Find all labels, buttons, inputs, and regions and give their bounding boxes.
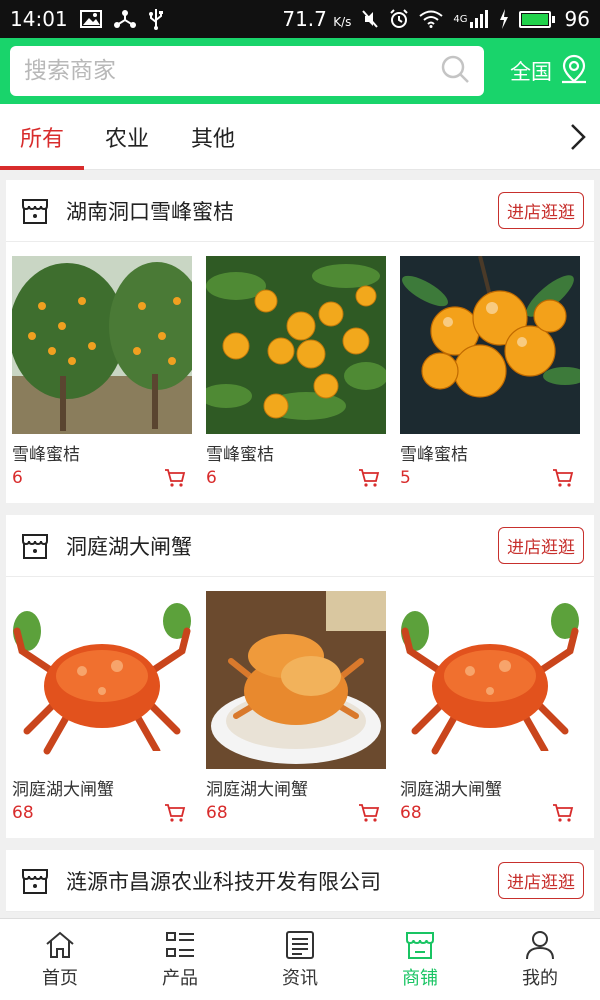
- shop-name: 洞庭湖大闸蟹: [66, 534, 192, 559]
- visit-store-button[interactable]: 进店逛逛: [498, 527, 584, 564]
- shop-card: 洞庭湖大闸蟹 进店逛逛 洞庭湖大闸蟹 68 洞庭湖大闸蟹 68 洞庭湖大闸蟹 6…: [6, 515, 594, 838]
- shop-header[interactable]: 洞庭湖大闸蟹 进店逛逛: [6, 515, 594, 577]
- product-item[interactable]: 雪峰蜜桔 6: [206, 256, 386, 503]
- cart-icon[interactable]: [552, 803, 574, 823]
- nav-home-label: 首页: [42, 967, 78, 989]
- region-label: 全国: [510, 60, 552, 84]
- shop-header[interactable]: 涟源市昌源农业科技开发有限公司 进店逛逛: [6, 850, 594, 912]
- product-row: 雪峰蜜桔 6 雪峰蜜桔 6 雪峰蜜桔 5: [6, 242, 594, 503]
- visit-store-button[interactable]: 进店逛逛: [498, 862, 584, 899]
- battery-icon: [518, 10, 555, 28]
- signal-icon: 4G: [453, 10, 488, 28]
- product-image[interactable]: [12, 591, 192, 769]
- wifi-icon: [419, 10, 444, 28]
- cart-icon[interactable]: [358, 468, 380, 488]
- nav-profile[interactable]: 我的: [480, 919, 600, 1000]
- gallery-icon: [79, 10, 102, 28]
- battery-level: 96: [564, 7, 590, 31]
- search-box[interactable]: [10, 46, 484, 96]
- product-price: 68: [12, 803, 34, 823]
- store-icon: [22, 198, 48, 224]
- usb-icon: [148, 8, 164, 30]
- product-price: 68: [400, 803, 422, 823]
- cart-icon[interactable]: [552, 468, 574, 488]
- nav-products[interactable]: 产品: [120, 919, 240, 1000]
- shop-name: 涟源市昌源农业科技开发有限公司: [66, 869, 381, 894]
- cart-icon[interactable]: [358, 803, 380, 823]
- chevron-right-icon[interactable]: [556, 122, 600, 152]
- news-icon: [286, 930, 314, 959]
- tab-agriculture[interactable]: 农业: [84, 104, 170, 170]
- search-header: 全国: [0, 38, 600, 104]
- status-bar: 14:01 71.7 K/s 4G 96: [0, 0, 600, 38]
- product-name: 洞庭湖大闸蟹: [12, 780, 114, 800]
- product-price: 6: [12, 468, 23, 488]
- shop-card: 涟源市昌源农业科技开发有限公司 进店逛逛: [6, 850, 594, 912]
- product-image[interactable]: [400, 591, 580, 769]
- product-name: 雪峰蜜桔: [12, 445, 80, 465]
- product-name: 雪峰蜜桔: [400, 445, 468, 465]
- shop-icon: [406, 931, 434, 959]
- nav-products-label: 产品: [162, 967, 198, 989]
- cart-icon[interactable]: [164, 468, 186, 488]
- nav-home[interactable]: 首页: [0, 919, 120, 1000]
- store-icon: [22, 533, 48, 559]
- visit-store-button[interactable]: 进店逛逛: [498, 192, 584, 229]
- product-image[interactable]: [206, 256, 386, 434]
- list-icon: [166, 931, 194, 957]
- search-input[interactable]: [24, 58, 440, 84]
- product-item[interactable]: 洞庭湖大闸蟹 68: [206, 591, 386, 838]
- user-icon: [526, 930, 554, 959]
- shop-card: 湖南洞口雪峰蜜桔 进店逛逛 雪峰蜜桔 6 雪峰蜜桔 6 雪峰蜜桔 5: [6, 180, 594, 503]
- shop-name: 湖南洞口雪峰蜜桔: [66, 199, 234, 224]
- product-row: 洞庭湖大闸蟹 68 洞庭湖大闸蟹 68 洞庭湖大闸蟹 68: [6, 577, 594, 838]
- cart-icon[interactable]: [164, 803, 186, 823]
- product-item[interactable]: 雪峰蜜桔 5: [400, 256, 580, 503]
- nav-news[interactable]: 资讯: [240, 919, 360, 1000]
- location-pin-icon: [560, 54, 588, 89]
- store-icon: [22, 868, 48, 894]
- network-share-icon: [113, 9, 136, 29]
- nav-shops-label: 商铺: [402, 967, 438, 989]
- product-item[interactable]: 雪峰蜜桔 6: [12, 256, 192, 503]
- shop-header[interactable]: 湖南洞口雪峰蜜桔 进店逛逛: [6, 180, 594, 242]
- charging-icon: [499, 9, 509, 29]
- region-selector[interactable]: 全国: [510, 54, 588, 89]
- product-price: 68: [206, 803, 228, 823]
- bottom-nav: 首页 产品 资讯 商铺 我的: [0, 918, 600, 1000]
- nav-profile-label: 我的: [522, 967, 558, 989]
- product-image[interactable]: [12, 256, 192, 434]
- product-price: 5: [400, 468, 411, 488]
- nav-shops[interactable]: 商铺: [360, 919, 480, 1000]
- mute-icon: [361, 9, 379, 29]
- product-name: 洞庭湖大闸蟹: [206, 780, 308, 800]
- tab-all[interactable]: 所有: [0, 104, 84, 170]
- product-name: 洞庭湖大闸蟹: [400, 780, 502, 800]
- net-speed: 71.7 K/s: [282, 7, 352, 31]
- shop-list[interactable]: 湖南洞口雪峰蜜桔 进店逛逛 雪峰蜜桔 6 雪峰蜜桔 6 雪峰蜜桔 5 洞庭湖大闸…: [0, 172, 600, 918]
- alarm-icon: [389, 9, 409, 29]
- tab-other[interactable]: 其他: [170, 104, 256, 170]
- home-icon: [46, 931, 74, 958]
- category-tabs: 所有 农业 其他: [0, 104, 600, 170]
- product-item[interactable]: 洞庭湖大闸蟹 68: [400, 591, 580, 838]
- product-image[interactable]: [206, 591, 386, 769]
- product-item[interactable]: 洞庭湖大闸蟹 68: [12, 591, 192, 838]
- nav-news-label: 资讯: [282, 967, 318, 989]
- search-icon[interactable]: [440, 54, 470, 88]
- product-image[interactable]: [400, 256, 580, 434]
- product-price: 6: [206, 468, 217, 488]
- product-name: 雪峰蜜桔: [206, 445, 274, 465]
- status-time: 14:01: [10, 7, 68, 31]
